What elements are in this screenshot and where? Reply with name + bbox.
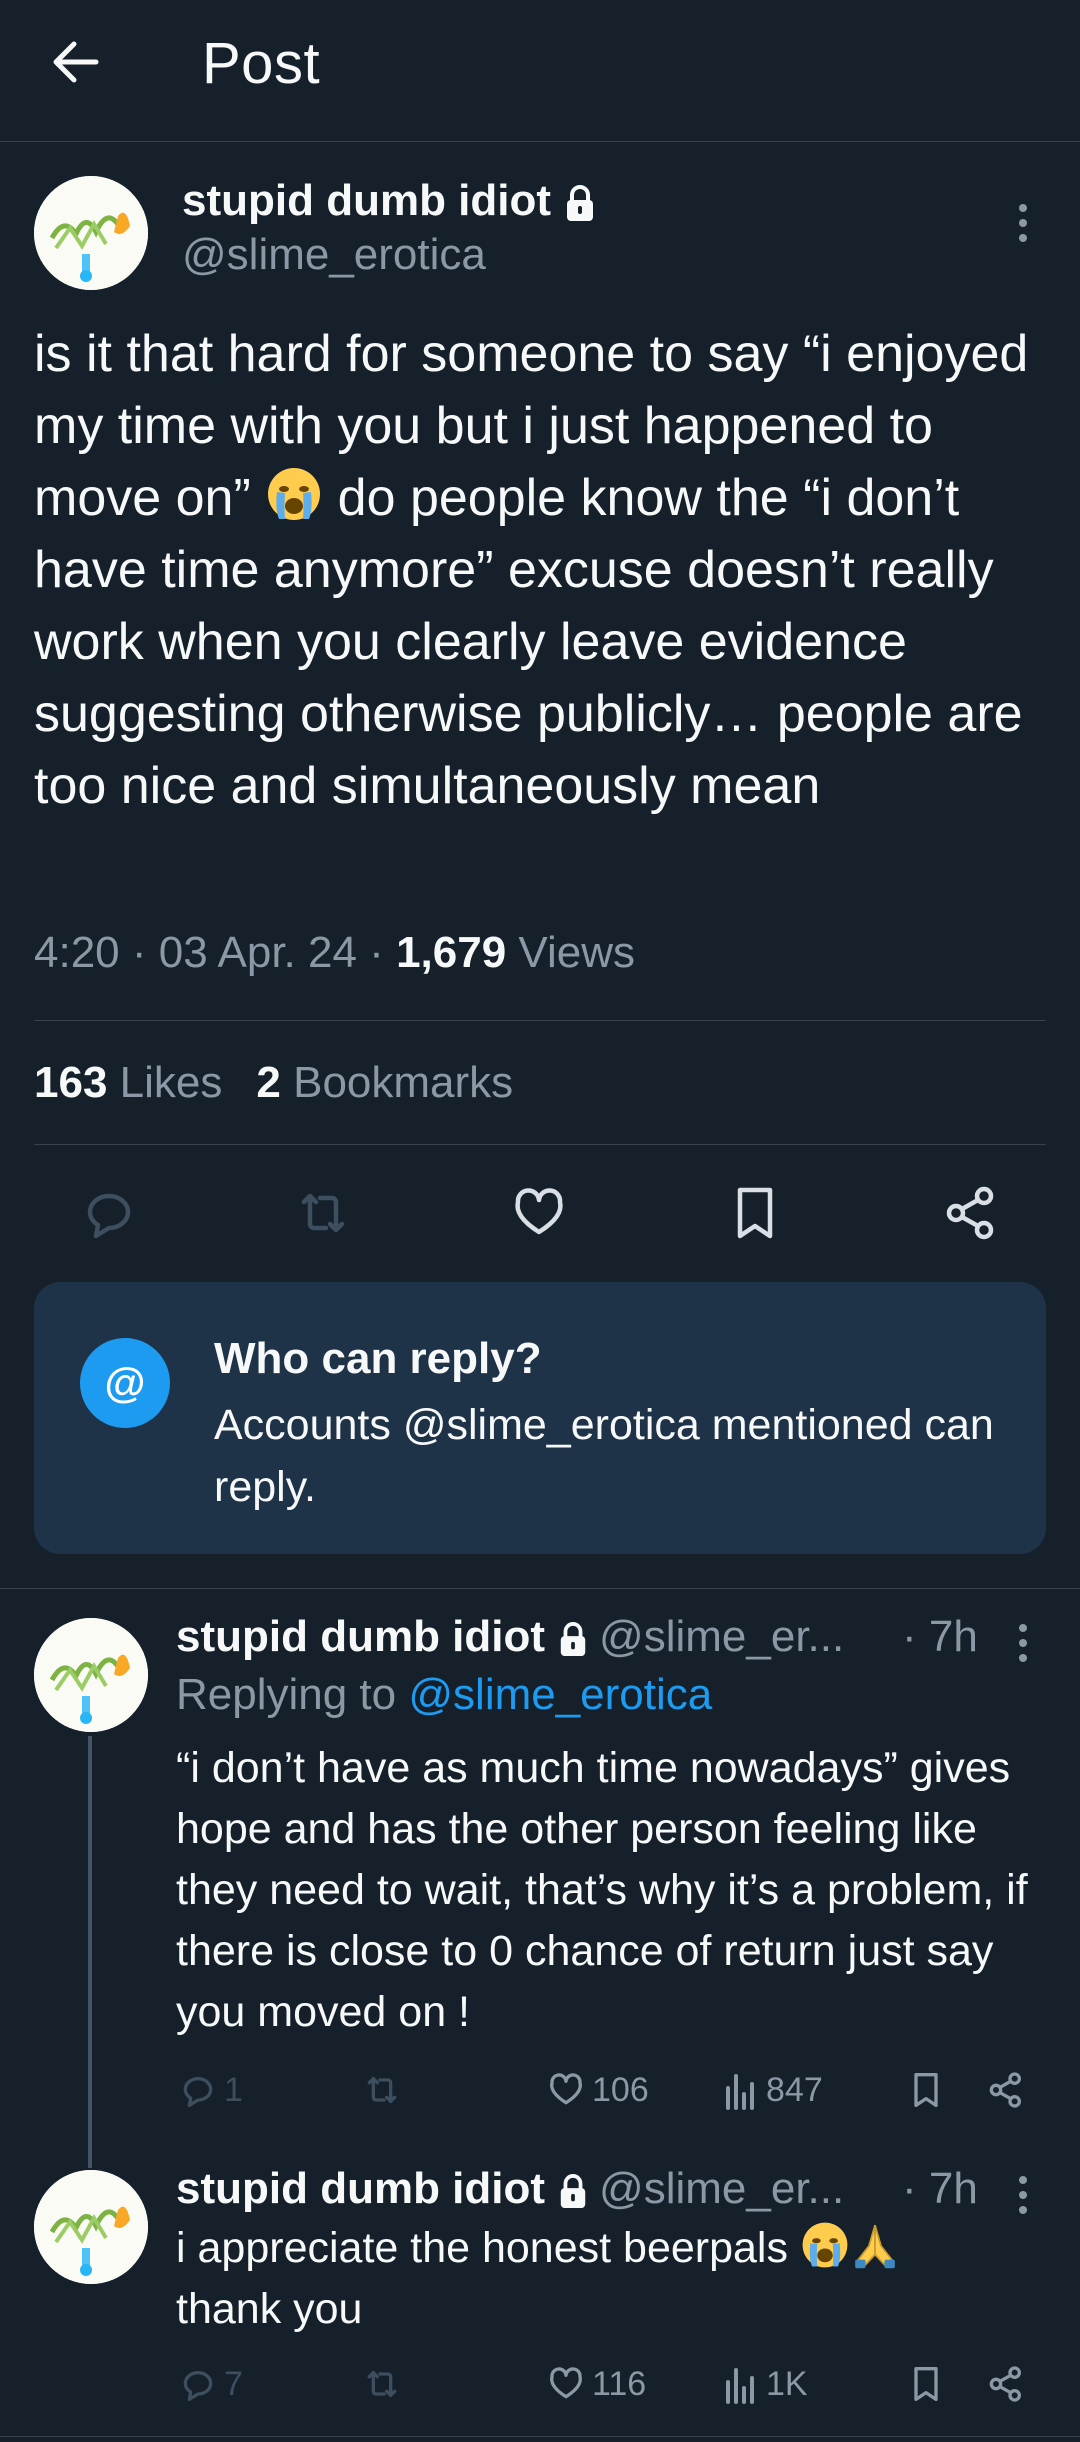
post-meta: 4:20 · 03 Apr. 24 · 1,679 Views [34,928,635,977]
share-button[interactable] [984,2068,1028,2112]
like-count: 106 [592,2070,649,2109]
lock-icon [567,185,594,222]
lock-icon [560,1622,586,1657]
author-name[interactable]: stupid dumb idiot [182,176,597,226]
repost-icon [367,2077,397,2103]
post-date: 03 Apr. 24 [158,928,357,977]
analytics-icon [726,2368,754,2404]
heart-icon [550,2367,582,2399]
view-count: 1K [766,2364,808,2403]
reply-count: 1 [224,2070,243,2109]
reply-button[interactable]: 7 [176,2362,243,2406]
avatar[interactable] [34,176,148,290]
repost-icon [301,1193,345,1233]
repost-button[interactable] [290,1180,356,1246]
arrow-left-icon [53,41,99,83]
reply-button[interactable]: 1 [176,2068,243,2112]
share-icon [989,2366,1021,2402]
replying-to: Replying to @slime_erotica [176,1670,713,1719]
avatar-image [34,1618,148,1732]
like-button[interactable] [506,1180,572,1246]
reply-time: · 7h [902,1612,978,1661]
more-vertical-icon [1019,2176,1027,2214]
share-button[interactable] [984,2362,1028,2406]
divider [0,1588,1080,1589]
avatar-image [34,176,148,290]
more-options-button[interactable] [1008,2170,1038,2220]
heart-icon [550,2073,582,2105]
mention-icon: @ [80,1338,170,1428]
views-button[interactable]: 847 [722,2068,823,2112]
likes-stat[interactable]: 163 Likes [34,1058,222,1107]
divider [34,1144,1046,1145]
replying-to-link[interactable]: @slime_erotica [408,1670,712,1719]
bookmark-button[interactable] [904,2068,948,2112]
more-vertical-icon [1019,1624,1027,1662]
reply-icon [183,2371,213,2401]
bookmark-button[interactable] [722,1180,788,1246]
who-can-reply-description: Accounts @slime_erotica mentioned can re… [214,1401,994,1511]
reply-time: · 7h [902,2164,978,2213]
reply-button[interactable] [76,1180,142,1246]
avatar[interactable] [34,1618,148,1732]
reply-handle: @slime_er... [599,2164,845,2213]
reply-handle: @slime_er... [599,1612,845,1661]
like-button[interactable]: 116 [544,2362,646,2406]
repost-button[interactable] [360,2362,404,2406]
lock-icon [560,2174,586,2209]
repost-icon [367,2371,397,2397]
reply-text: “i don’t have as much time nowadays” giv… [176,1744,1028,2036]
bookmark-button[interactable] [904,2362,948,2406]
reply-text: i appreciate the honest beerpals thank y… [176,2218,1056,2340]
bookmark-icon [914,2073,938,2107]
view-count: 847 [766,2070,823,2109]
avatar[interactable] [34,2170,148,2284]
views-button[interactable]: 1K [722,2362,808,2406]
reply-icon [87,1193,131,1239]
bookmarks-stat[interactable]: 2 Bookmarks [256,1058,513,1107]
reply-icon [183,2077,213,2107]
share-icon [989,2072,1021,2108]
reply-author[interactable]: stupid dumb idiot @slime_er... [176,1612,844,1662]
post-text: is it that hard for someone to say “i en… [34,325,1029,815]
top-bar: Post [0,0,1080,142]
divider [0,2436,1080,2437]
folded-hands-icon [855,2224,895,2269]
more-options-button[interactable] [1008,1618,1038,1668]
views-count: 1,679 [396,928,507,977]
thread-line [88,1736,92,2168]
heart-icon [515,1188,563,1235]
bookmark-icon [914,2367,938,2401]
share-icon [946,1186,994,1240]
reply-count: 7 [224,2364,243,2403]
like-button[interactable]: 106 [544,2068,649,2112]
who-can-reply-title: Who can reply? [214,1334,542,1383]
divider [34,1020,1046,1021]
repost-button[interactable] [360,2068,404,2112]
post-stats: 163 Likes 2 Bookmarks [34,1058,513,1108]
share-button[interactable] [938,1180,1004,1246]
reply-author[interactable]: stupid dumb idiot @slime_er... [176,2164,844,2214]
back-button[interactable] [46,30,110,94]
author-handle[interactable]: @slime_erotica [182,230,486,280]
analytics-icon [726,2074,754,2110]
like-count: 116 [592,2364,647,2403]
more-options-button[interactable] [1008,198,1038,248]
more-vertical-icon [1019,204,1027,242]
views-label: Views [518,928,635,977]
bookmark-icon [737,1187,773,1239]
who-can-reply-card: @ Who can reply? Accounts @slime_erotica… [34,1282,1046,1554]
page-title: Post [202,31,321,96]
loudly-crying-face-icon [802,2222,848,2268]
avatar-image [34,2170,148,2284]
post-time: 4:20 [34,928,120,977]
loudly-crying-face-icon [268,468,321,520]
